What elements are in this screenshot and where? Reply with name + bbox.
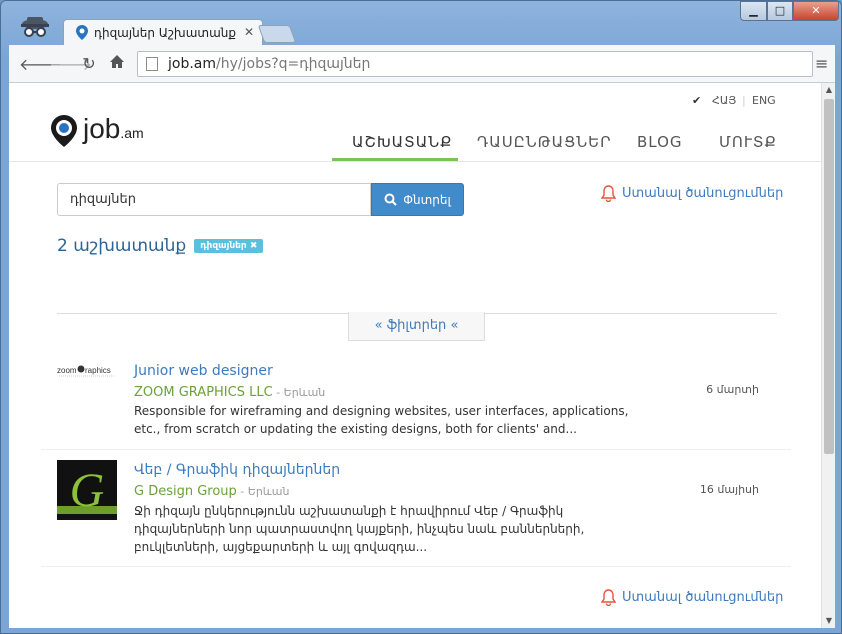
- browser-tab[interactable]: դիզայներ Աշխատանք ✕: [63, 19, 263, 45]
- browser-window: դիզայներ Աշխատանք ✕ ▁ □ ✕ 🡐 🡒 ↻ job.am/h…: [0, 0, 842, 634]
- nav-login[interactable]: ՄՈՒՏՔ: [719, 133, 777, 151]
- browser-toolbar: 🡐 🡒 ↻ job.am/hy/jobs?q=դիզայներ ≡: [9, 45, 835, 83]
- svg-text:G: G: [70, 464, 105, 517]
- chevron-down-icon: «: [374, 318, 383, 333]
- job-title[interactable]: Վեբ / Գրաֆիկ դիզայներներ: [134, 462, 340, 478]
- site-logo[interactable]: job.am: [51, 115, 144, 147]
- address-bar[interactable]: job.am/hy/jobs?q=դիզայներ: [137, 51, 813, 77]
- search-input[interactable]: [57, 183, 371, 216]
- svg-text:zoom: zoom: [57, 366, 77, 375]
- close-button[interactable]: ✕: [793, 1, 839, 21]
- chevron-down-icon: «: [450, 318, 459, 333]
- lang-divider: |: [742, 94, 746, 107]
- url-text: job.am/hy/jobs?q=դիզայներ: [168, 56, 371, 72]
- lang-hy[interactable]: ՀԱՅ: [712, 94, 736, 107]
- job-listing[interactable]: zoom raphics Junior web designer ZOOM GR…: [41, 349, 791, 450]
- maximize-button[interactable]: □: [767, 1, 793, 21]
- result-count: 2 աշխատանք դիզայներ ✖: [57, 236, 264, 256]
- get-alerts-link-bottom[interactable]: Ստանալ ծանուցումներ: [601, 589, 783, 606]
- check-icon: ✔: [692, 94, 702, 107]
- svg-text:raphics: raphics: [85, 366, 111, 375]
- page-viewport: ✔ ՀԱՅ | ENG job.am ԱՇԽԱՏԱՆՔ ԴԱՍԸՆԹԱՑՆԵՐ …: [9, 83, 821, 628]
- job-date: 16 մայիսի: [699, 483, 759, 496]
- job-company[interactable]: G Design Group - Երևան: [134, 484, 289, 499]
- minimize-button[interactable]: ▁: [740, 1, 767, 21]
- reload-icon[interactable]: ↻: [79, 54, 99, 73]
- new-tab-button[interactable]: [257, 25, 297, 43]
- search-button[interactable]: Փնտրել: [371, 183, 464, 216]
- job-description: Responsible for wireframing and designin…: [134, 404, 629, 436]
- nav-jobs[interactable]: ԱՇԽԱՏԱՆՔ: [352, 133, 453, 151]
- bell-icon: [601, 185, 616, 202]
- incognito-icon: [15, 15, 55, 41]
- lang-eng[interactable]: ENG: [752, 94, 776, 107]
- forward-arrow-icon[interactable]: 🡒: [49, 54, 92, 74]
- tab-close-icon[interactable]: ✕: [244, 25, 254, 39]
- company-logo-zoom: zoom raphics: [57, 363, 117, 382]
- scroll-thumb[interactable]: [824, 99, 834, 454]
- job-date: 6 մարտի: [706, 383, 759, 396]
- page-icon: [146, 57, 158, 71]
- job-company[interactable]: ZOOM GRAPHICS LLC - Երևան: [134, 385, 325, 400]
- nav-courses[interactable]: ԴԱՍԸՆԹԱՑՆԵՐ: [477, 133, 612, 151]
- bell-icon: [601, 589, 616, 606]
- back-arrow-icon[interactable]: 🡐: [19, 54, 62, 74]
- tab-strip: դիզայներ Աշխատանք ✕ ▁ □ ✕: [1, 1, 841, 45]
- company-logo-g-design: G: [57, 460, 117, 524]
- job-title[interactable]: Junior web designer: [134, 363, 273, 379]
- header-divider: [9, 161, 821, 162]
- filters-toggle[interactable]: « ֆիլտրեր «: [348, 312, 485, 341]
- search-icon: [384, 193, 397, 206]
- location-pin-icon: [76, 25, 88, 44]
- nav-blog[interactable]: BLOG: [637, 133, 683, 151]
- home-icon[interactable]: [107, 54, 127, 73]
- get-alerts-link[interactable]: Ստանալ ծանուցումներ: [601, 185, 783, 202]
- menu-icon[interactable]: ≡: [815, 54, 829, 73]
- job-listing[interactable]: G Վեբ / Գրաֆիկ դիզայներներ G Design Grou…: [41, 450, 791, 567]
- job-description: Ջի դիզայն ընկերությունն աշխատանքի է հրավ…: [134, 504, 585, 554]
- scroll-up-arrow-icon[interactable]: ▲: [822, 83, 836, 97]
- search-tag-badge[interactable]: դիզայներ ✖: [194, 239, 264, 253]
- logo-pin-icon: [51, 115, 77, 147]
- scroll-down-arrow-icon[interactable]: ▼: [822, 614, 836, 628]
- tab-title: դիզայներ Աշխատանք: [94, 26, 236, 40]
- scrollbar[interactable]: ▲ ▼: [821, 83, 835, 628]
